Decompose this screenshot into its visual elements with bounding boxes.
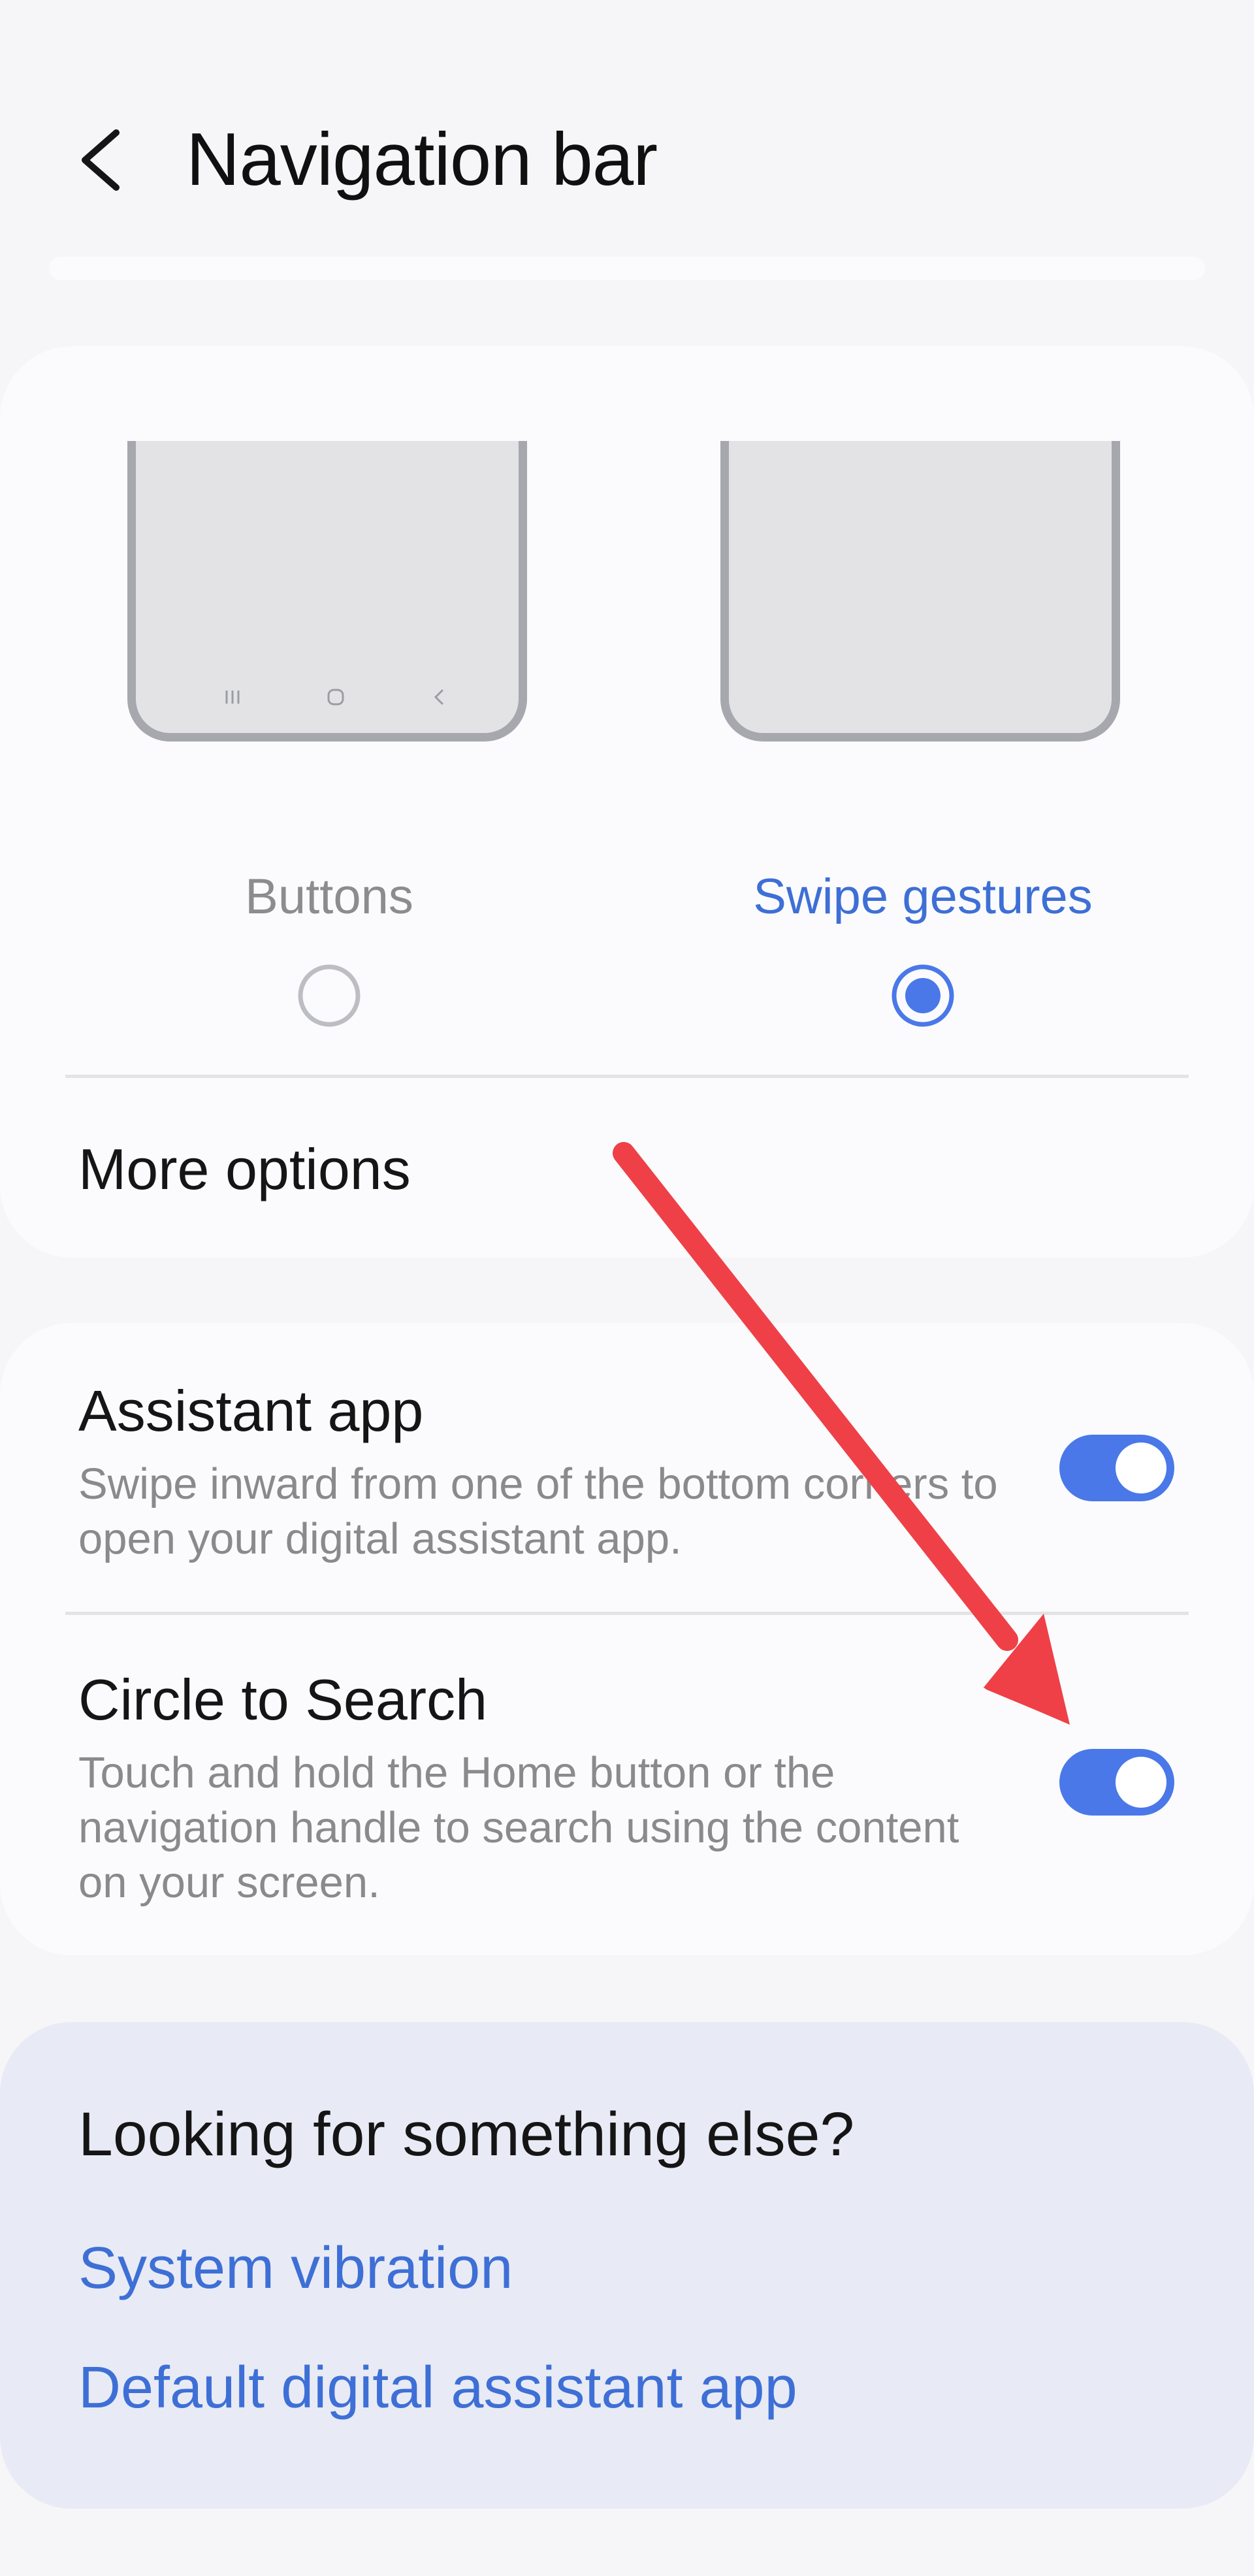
circle-to-search-description: Touch and hold the Home button or the na… [78, 1748, 959, 1907]
swipe-gestures-preview-image[interactable] [720, 441, 1120, 742]
circle-to-search-toggle[interactable] [1059, 1749, 1174, 1816]
recents-icon [213, 681, 252, 713]
toggle-knob [1116, 1443, 1166, 1493]
toggle-knob [1116, 1757, 1166, 1808]
swipe-gestures-option-label[interactable]: Swipe gestures [694, 864, 1151, 930]
back-button[interactable] [65, 108, 144, 212]
swipe-gestures-radio[interactable] [890, 963, 956, 1028]
preview-nav-keys [136, 681, 519, 713]
assistant-app-description: Swipe inward from one of the bottom corn… [78, 1459, 998, 1563]
back-key-icon [419, 681, 458, 713]
default-digital-assistant-app-link[interactable]: Default digital assistant app [78, 2349, 797, 2427]
suggestions-title: Looking for something else? [78, 2100, 855, 2169]
more-options-item[interactable]: More options [78, 1133, 411, 1205]
page-title: Navigation bar [186, 118, 658, 201]
home-icon [316, 681, 355, 713]
divider [65, 1612, 1189, 1615]
assistant-app-toggle[interactable] [1059, 1435, 1174, 1501]
buttons-preview-image[interactable] [127, 441, 527, 742]
divider [65, 1075, 1189, 1078]
assistant-app-title[interactable]: Assistant app [78, 1375, 423, 1447]
system-vibration-link[interactable]: System vibration [78, 2229, 513, 2307]
buttons-option-label[interactable]: Buttons [101, 864, 558, 930]
buttons-radio[interactable] [297, 963, 362, 1028]
chevron-left-icon [82, 129, 120, 191]
scroll-edge-indicator [49, 257, 1205, 280]
circle-to-search-title[interactable]: Circle to Search [78, 1664, 487, 1736]
